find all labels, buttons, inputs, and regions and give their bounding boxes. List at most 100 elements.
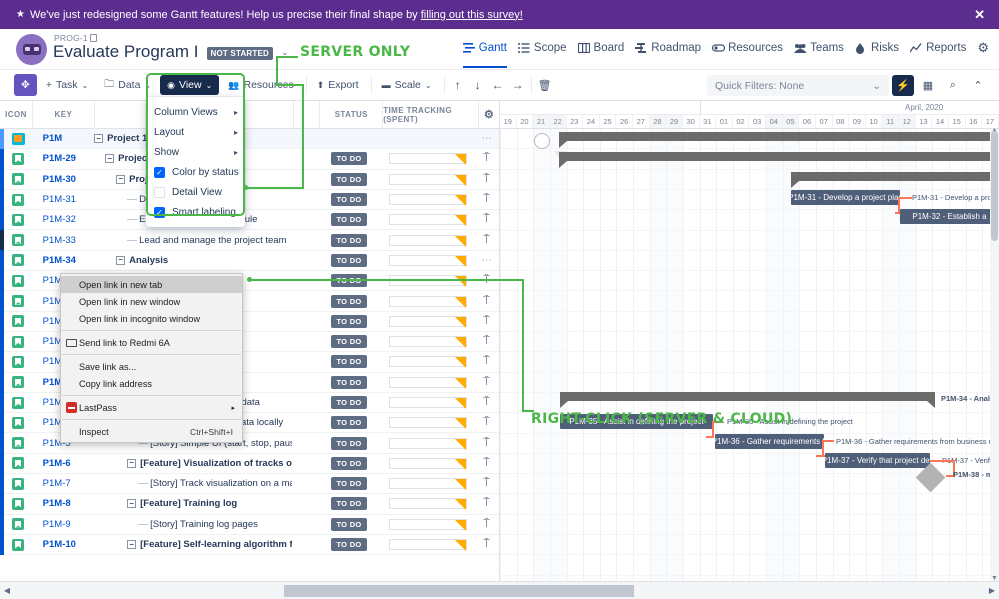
app-switcher-button[interactable]: ✥ xyxy=(14,74,37,96)
column-header-icon[interactable]: ICON xyxy=(0,101,33,129)
row-action-cell[interactable]: ⍑ xyxy=(475,534,499,554)
nav-item-roadmap[interactable]: Roadmap xyxy=(635,42,701,68)
row-status-cell[interactable]: TO DO xyxy=(318,474,380,494)
survey-link[interactable]: filling out this survey! xyxy=(421,9,523,21)
row-more-icon[interactable]: ⋯ xyxy=(475,129,499,149)
table-row[interactable]: P1M-9 [Story] Training log pages TO DO ⍑ xyxy=(0,514,499,535)
task-button[interactable]: + Task ⌄ xyxy=(39,75,95,95)
row-time-tracking-cell[interactable] xyxy=(380,413,475,433)
scale-button[interactable]: ▬ Scale ⌄ xyxy=(375,75,439,95)
nav-item-gantt[interactable]: Gantt xyxy=(462,42,508,68)
row-action-cell[interactable]: ⍑ xyxy=(475,291,499,311)
row-status-cell[interactable]: TO DO xyxy=(318,352,380,372)
table-row[interactable]: P1M-31DeveTO DO⍑ xyxy=(0,189,499,211)
row-time-tracking-cell[interactable] xyxy=(380,210,475,230)
horizontal-scrollbar[interactable]: ◀ ▶ xyxy=(0,581,999,599)
row-name[interactable]: − [Feature] Training log xyxy=(94,494,292,514)
tree-toggle-icon[interactable]: − xyxy=(116,255,126,265)
row-action-cell[interactable]: ⍑ xyxy=(475,453,499,473)
row-status-cell[interactable]: TO DO xyxy=(318,331,380,351)
row-key[interactable]: P1M-33 xyxy=(33,230,94,250)
row-name[interactable]: [Story] Training log pages xyxy=(94,514,292,534)
row-time-tracking-cell[interactable] xyxy=(380,474,475,494)
nav-item-risks[interactable]: Risks xyxy=(855,42,899,68)
column-header-status[interactable]: STATUS xyxy=(320,101,384,129)
row-key[interactable]: P1M-34 xyxy=(33,250,94,270)
row-key[interactable]: P1M-8 xyxy=(33,494,94,514)
row-key[interactable]: P1M-29 xyxy=(33,149,94,169)
context-menu-item-open-link-in-new-tab[interactable]: Open link in new tab xyxy=(61,276,242,293)
task-bar-p1m-36[interactable]: P1M-36 - Gather requirements fr xyxy=(715,434,824,449)
row-status-cell[interactable]: TO DO xyxy=(318,413,380,433)
tree-toggle-icon[interactable]: − xyxy=(94,134,104,144)
nav-item-scope[interactable]: Scope xyxy=(517,42,567,68)
row-time-tracking-cell[interactable] xyxy=(380,433,475,453)
search-button[interactable]: ⌕ xyxy=(942,75,964,96)
row-status-cell[interactable]: TO DO xyxy=(318,494,380,514)
context-menu-item-lastpass[interactable]: LastPass ▸ xyxy=(61,399,242,416)
table-row[interactable]: P1M-34− Analysis TO DO ⋯ xyxy=(0,250,499,272)
row-key[interactable]: P1M-7 xyxy=(33,474,94,494)
summary-bar-project-p[interactable] xyxy=(559,152,999,168)
horizontal-scroll-track[interactable] xyxy=(14,582,985,599)
move-up-button[interactable]: ↑ xyxy=(448,75,468,95)
row-action-cell[interactable]: ⍑ xyxy=(475,169,499,189)
row-time-tracking-cell[interactable] xyxy=(380,534,475,554)
table-row[interactable]: P1M − Project 1 M ⋯ xyxy=(0,128,499,150)
row-status-cell[interactable]: TO DO xyxy=(318,433,380,453)
row-time-tracking-cell[interactable] xyxy=(380,352,475,372)
task-bar-p1m-32[interactable]: P1M-32 - Establish a xyxy=(900,209,999,224)
row-time-tracking-cell[interactable] xyxy=(380,230,475,250)
row-status-cell[interactable]: TO DO xyxy=(318,230,380,250)
task-bar-p1m-37[interactable]: P1M-37 - Verify that project deli xyxy=(825,453,930,468)
row-time-tracking-cell[interactable] xyxy=(380,392,475,412)
row-status-cell[interactable]: TO DO xyxy=(318,311,380,331)
row-time-tracking-cell[interactable] xyxy=(380,149,475,169)
column-header-time-tracking[interactable]: TIME TRACKING (SPENT) xyxy=(383,101,480,129)
nav-item-resources[interactable]: Resources xyxy=(711,42,783,68)
row-action-cell[interactable]: ⍑ xyxy=(475,189,499,209)
nav-item-teams[interactable]: Teams xyxy=(794,42,844,68)
row-time-tracking-cell[interactable] xyxy=(380,189,475,209)
column-settings-gear-icon[interactable]: ⚙ xyxy=(479,101,499,129)
row-time-tracking-cell[interactable] xyxy=(380,372,475,392)
calendar-button[interactable]: ▦ xyxy=(917,75,939,96)
task-bar-p1m-31[interactable]: P1M-31 - Develop a project plan xyxy=(791,190,900,205)
tree-toggle-icon[interactable]: − xyxy=(127,499,137,509)
quick-filters-select[interactable]: Quick Filters: None ⌄ xyxy=(707,75,889,96)
row-status-cell[interactable] xyxy=(318,129,380,149)
row-action-cell[interactable]: ⍑ xyxy=(475,311,499,331)
move-down-button[interactable]: ↓ xyxy=(468,75,488,95)
table-row[interactable]: P1M-8− [Feature] Training log TO DO ⍑ xyxy=(0,493,499,515)
scroll-right-icon[interactable]: ▶ xyxy=(985,586,999,595)
row-action-cell[interactable]: ⍑ xyxy=(475,474,499,494)
row-status-cell[interactable]: TO DO xyxy=(318,149,380,169)
tree-toggle-icon[interactable]: − xyxy=(105,154,115,164)
row-status-cell[interactable]: TO DO xyxy=(318,210,380,230)
context-menu-item-inspect[interactable]: Inspect Ctrl+Shift+I xyxy=(61,423,242,440)
row-time-tracking-cell[interactable] xyxy=(380,453,475,473)
table-row[interactable]: P1M-10− [Feature] Self-learning algorithm… xyxy=(0,534,499,556)
close-icon[interactable]: ✕ xyxy=(974,7,985,23)
row-status-cell[interactable]: TO DO xyxy=(318,514,380,534)
row-key[interactable]: P1M-9 xyxy=(33,514,94,534)
summary-bar-program[interactable] xyxy=(559,132,999,148)
row-key[interactable]: P1M xyxy=(33,129,94,149)
row-key[interactable]: P1M-6 xyxy=(33,453,94,473)
row-action-cell[interactable]: ⍑ xyxy=(475,392,499,412)
summary-bar-p1m-34[interactable] xyxy=(560,392,935,408)
row-action-cell[interactable]: ⍑ xyxy=(475,494,499,514)
row-action-cell[interactable]: ⍑ xyxy=(475,514,499,534)
row-action-cell[interactable]: ⍑ xyxy=(475,433,499,453)
table-row[interactable]: P1M-33 Lead and manage the project team TO… xyxy=(0,229,499,251)
context-menu-item-open-link-in-incognito-window[interactable]: Open link in incognito window xyxy=(61,310,242,327)
table-row[interactable]: P1M-29− Project p TO DO ⍑ xyxy=(0,148,499,170)
row-time-tracking-cell[interactable] xyxy=(380,514,475,534)
delete-button[interactable]: 🗑 xyxy=(535,75,555,95)
tree-toggle-icon[interactable]: − xyxy=(127,458,137,468)
nav-item-board[interactable]: Board xyxy=(577,42,624,68)
row-status-cell[interactable]: TO DO xyxy=(318,392,380,412)
context-menu-item-send-link-to-redmi-6a[interactable]: Send link to Redmi 6A xyxy=(61,334,242,351)
row-action-cell[interactable]: ⍑ xyxy=(475,413,499,433)
vertical-scroll-thumb[interactable] xyxy=(991,131,998,241)
